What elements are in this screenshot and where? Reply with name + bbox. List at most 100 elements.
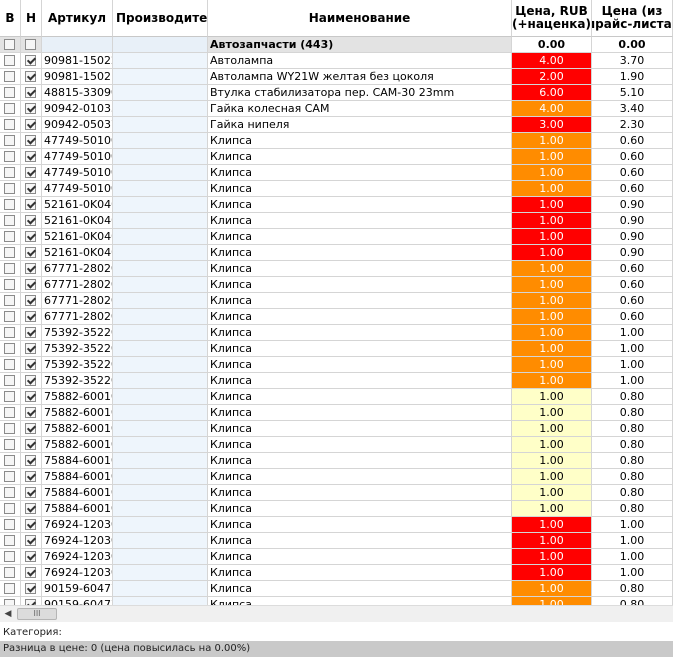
table-row[interactable]: 75392-35220 Клипса 1.00 1.00 [0,325,673,341]
row-n-checkbox[interactable] [25,87,36,98]
column-header-b[interactable]: В [0,0,21,37]
row-n-checkbox[interactable] [25,455,36,466]
row-n-checkbox[interactable] [25,295,36,306]
row-b-checkbox[interactable] [4,215,15,226]
table-row[interactable]: 67771-28020 Клипса 1.00 0.60 [0,309,673,325]
table-row[interactable]: 47749-50100 Клипса 1.00 0.60 [0,149,673,165]
row-n-checkbox[interactable] [25,55,36,66]
table-row[interactable]: 76924-12030 Клипса 1.00 1.00 [0,565,673,581]
table-row[interactable]: 67771-28020 Клипса 1.00 0.60 [0,293,673,309]
row-b-checkbox[interactable] [4,183,15,194]
row-b-checkbox[interactable] [4,199,15,210]
table-row[interactable]: 75884-60010 Клипса 1.00 0.80 [0,469,673,485]
row-b-checkbox[interactable] [4,263,15,274]
category-n-checkbox[interactable] [25,39,36,50]
row-b-checkbox[interactable] [4,375,15,386]
table-row[interactable]: 75882-60010 Клипса 1.00 0.80 [0,405,673,421]
row-n-checkbox[interactable] [25,583,36,594]
table-row[interactable]: 47749-50100 Клипса 1.00 0.60 [0,165,673,181]
row-b-checkbox[interactable] [4,295,15,306]
table-row[interactable]: 47749-50100 Клипса 1.00 0.60 [0,133,673,149]
row-b-checkbox[interactable] [4,471,15,482]
table-row[interactable]: 75884-60010 Клипса 1.00 0.80 [0,501,673,517]
column-header-article[interactable]: Артикул [42,0,113,37]
row-n-checkbox[interactable] [25,231,36,242]
row-n-checkbox[interactable] [25,199,36,210]
table-row[interactable]: 67771-28020 Клипса 1.00 0.60 [0,277,673,293]
column-header-price[interactable]: Цена, RUB (+наценка) [512,0,592,37]
row-n-checkbox[interactable] [25,215,36,226]
row-n-checkbox[interactable] [25,503,36,514]
column-header-n[interactable]: Н [21,0,42,37]
table-row[interactable]: 52161-0K040 Клипса 1.00 0.90 [0,245,673,261]
row-b-checkbox[interactable] [4,103,15,114]
row-b-checkbox[interactable] [4,55,15,66]
row-n-checkbox[interactable] [25,247,36,258]
row-n-checkbox[interactable] [25,71,36,82]
row-n-checkbox[interactable] [25,119,36,130]
row-n-checkbox[interactable] [25,391,36,402]
row-b-checkbox[interactable] [4,503,15,514]
row-n-checkbox[interactable] [25,103,36,114]
row-b-checkbox[interactable] [4,279,15,290]
row-b-checkbox[interactable] [4,343,15,354]
row-n-checkbox[interactable] [25,375,36,386]
row-n-checkbox[interactable] [25,151,36,162]
row-b-checkbox[interactable] [4,535,15,546]
table-row[interactable]: 75882-60010 Клипса 1.00 0.80 [0,389,673,405]
row-b-checkbox[interactable] [4,247,15,258]
row-n-checkbox[interactable] [25,183,36,194]
scroll-thumb[interactable]: III [17,608,57,620]
row-b-checkbox[interactable] [4,71,15,82]
row-n-checkbox[interactable] [25,359,36,370]
horizontal-scrollbar[interactable]: ◀ III [0,605,673,622]
row-b-checkbox[interactable] [4,567,15,578]
row-b-checkbox[interactable] [4,423,15,434]
row-n-checkbox[interactable] [25,135,36,146]
table-row[interactable]: 75392-35220 Клипса 1.00 1.00 [0,373,673,389]
table-row[interactable]: 90981-15022 Автолампа 4.00 3.70 [0,53,673,69]
row-b-checkbox[interactable] [4,359,15,370]
row-n-checkbox[interactable] [25,567,36,578]
row-b-checkbox[interactable] [4,407,15,418]
row-n-checkbox[interactable] [25,167,36,178]
column-header-maker[interactable]: Производитель [113,0,208,37]
row-n-checkbox[interactable] [25,343,36,354]
table-row[interactable]: 52161-0K040 Клипса 1.00 0.90 [0,213,673,229]
row-b-checkbox[interactable] [4,487,15,498]
row-b-checkbox[interactable] [4,455,15,466]
table-row[interactable]: 90942-01033 Гайка колесная CAM 4.00 3.40 [0,101,673,117]
row-n-checkbox[interactable] [25,487,36,498]
row-b-checkbox[interactable] [4,151,15,162]
table-row[interactable]: 75392-35220 Клипса 1.00 1.00 [0,341,673,357]
table-row[interactable]: 90981-15021 Автолампа WY21W желтая без цо… [0,69,673,85]
row-b-checkbox[interactable] [4,551,15,562]
row-b-checkbox[interactable] [4,87,15,98]
row-b-checkbox[interactable] [4,391,15,402]
row-b-checkbox[interactable] [4,519,15,530]
scroll-left-icon[interactable]: ◀ [0,606,16,622]
table-row[interactable]: 90942-05037 Гайка нипеля 3.00 2.30 [0,117,673,133]
column-header-name[interactable]: Наименование [208,0,512,37]
row-b-checkbox[interactable] [4,119,15,130]
table-row[interactable]: 48815-33090 Втулка стабилизатора пер. CAM… [0,85,673,101]
row-b-checkbox[interactable] [4,439,15,450]
row-n-checkbox[interactable] [25,535,36,546]
table-row[interactable]: 90159-60477 Клипса 1.00 0.80 [0,581,673,597]
row-b-checkbox[interactable] [4,327,15,338]
table-row[interactable]: 76924-12030 Клипса 1.00 1.00 [0,517,673,533]
row-n-checkbox[interactable] [25,471,36,482]
row-n-checkbox[interactable] [25,279,36,290]
row-b-checkbox[interactable] [4,135,15,146]
row-n-checkbox[interactable] [25,519,36,530]
table-row[interactable]: 75884-60010 Клипса 1.00 0.80 [0,485,673,501]
table-row[interactable]: 52161-0K040 Клипса 1.00 0.90 [0,229,673,245]
table-row[interactable]: 75392-35220 Клипса 1.00 1.00 [0,357,673,373]
table-row[interactable]: 52161-0K040 Клипса 1.00 0.90 [0,197,673,213]
category-b-checkbox[interactable] [4,39,15,50]
category-row[interactable]: Автозапчасти (443) 0.00 0.00 [0,37,673,53]
table-row[interactable]: 76924-12030 Клипса 1.00 1.00 [0,549,673,565]
table-row[interactable]: 67771-28020 Клипса 1.00 0.60 [0,261,673,277]
row-n-checkbox[interactable] [25,551,36,562]
row-n-checkbox[interactable] [25,327,36,338]
